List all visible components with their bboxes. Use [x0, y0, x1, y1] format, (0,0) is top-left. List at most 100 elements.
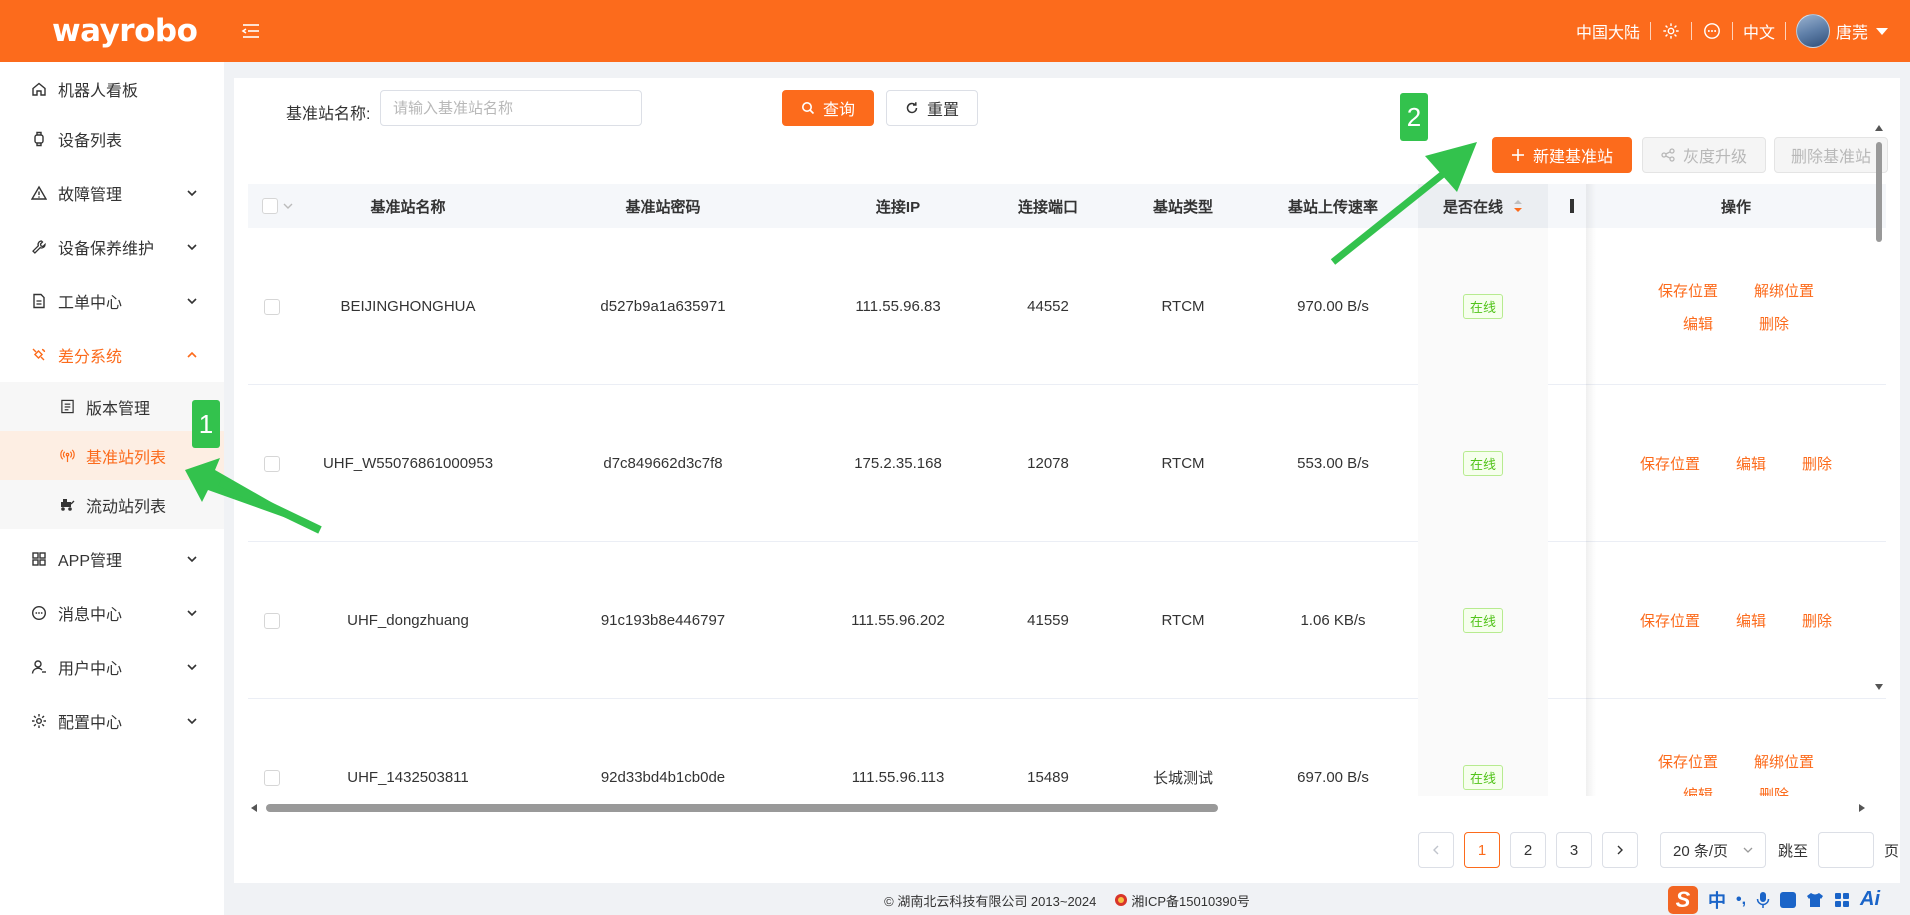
unbind-location-link[interactable]: 解绑位置: [1754, 751, 1814, 772]
truncated-header-glyph: [1570, 199, 1574, 213]
sidebar-item-work-orders[interactable]: 工单中心: [0, 274, 224, 328]
row-checkbox-cell: [248, 228, 296, 385]
ime-ai-button[interactable]: Ai: [1860, 888, 1880, 911]
delete-link[interactable]: 删除: [1759, 784, 1789, 797]
sidebar-subitem-label: 版本管理: [86, 400, 151, 418]
cell-online: 在线: [1418, 385, 1548, 542]
page-2-button[interactable]: 2: [1510, 832, 1546, 868]
save-location-link[interactable]: 保存位置: [1658, 751, 1718, 772]
refresh-icon: [905, 101, 919, 115]
home-icon: [30, 80, 48, 98]
sidebar-item-maintenance[interactable]: 设备保养维护: [0, 220, 224, 274]
cell-ip: 175.2.35.168: [854, 455, 942, 472]
chat-icon: [30, 604, 48, 622]
save-location-link[interactable]: 保存位置: [1640, 453, 1700, 474]
header-divider: [1649, 22, 1651, 40]
vertical-scrollbar[interactable]: [1872, 122, 1886, 694]
delete-base-station-button[interactable]: 删除基准站: [1774, 137, 1888, 173]
actions-line: 编辑 删除: [1683, 313, 1789, 334]
delete-link[interactable]: 删除: [1802, 610, 1832, 631]
settings-gear-icon[interactable]: [1661, 21, 1681, 41]
next-page-button[interactable]: [1602, 832, 1638, 868]
toolbox-grid-icon[interactable]: [1834, 892, 1850, 908]
column-header-truncated: [1548, 184, 1586, 228]
delete-base-station-label: 删除基准站: [1790, 149, 1871, 166]
query-button[interactable]: 查询: [782, 90, 874, 126]
sort-icon[interactable]: [1513, 199, 1523, 213]
ime-logo[interactable]: S: [1668, 885, 1698, 914]
cell-actions: 保存位置 编辑 删除: [1586, 385, 1886, 542]
region-selector[interactable]: 中国大陆: [1576, 19, 1640, 43]
column-header-port: 连接端口: [1017, 198, 1078, 216]
cell-port: 44552: [1027, 298, 1069, 315]
sidebar-subitem-label: 基准站列表: [86, 449, 167, 467]
sidebar-item-message-center[interactable]: 消息中心: [0, 586, 224, 640]
cell-type: RTCM: [1161, 455, 1205, 472]
keyboard-icon[interactable]: [1780, 891, 1797, 908]
cell-name: UHF_W55076861000953: [322, 455, 494, 472]
save-location-link[interactable]: 保存位置: [1658, 280, 1718, 301]
ime-punctuation-icon[interactable]: •,: [1736, 891, 1746, 909]
user-icon: [30, 658, 48, 676]
edit-link[interactable]: 编辑: [1683, 784, 1713, 797]
delete-link[interactable]: 删除: [1802, 453, 1832, 474]
icp-badge[interactable]: 湘ICP备15010390号: [1114, 891, 1250, 910]
new-base-station-button[interactable]: 新建基准站: [1492, 137, 1632, 173]
sidebar-item-device-list[interactable]: 设备列表: [0, 112, 224, 166]
sidebar-subitem-version-management[interactable]: 版本管理: [0, 382, 224, 431]
actions-line: 编辑 删除: [1683, 784, 1789, 797]
page-size-select[interactable]: 20 条/页: [1660, 832, 1766, 868]
sidebar-item-fault-management[interactable]: 故障管理: [0, 166, 224, 220]
cell-actions: 保存位置 解绑位置 编辑 删除: [1586, 228, 1886, 385]
jump-page-input[interactable]: [1818, 832, 1875, 868]
message-icon[interactable]: [1702, 21, 1722, 41]
edit-link[interactable]: 编辑: [1683, 313, 1713, 334]
cell-actions: 保存位置 编辑 删除: [1586, 542, 1886, 699]
wayrobo-logo[interactable]: wayrobo: [52, 13, 198, 49]
station-name-search-input[interactable]: [380, 90, 642, 126]
page-3-button[interactable]: 3: [1556, 832, 1592, 868]
language-selector[interactable]: 中文: [1743, 19, 1775, 43]
microphone-icon[interactable]: [1756, 891, 1770, 909]
sidebar-item-robot-board[interactable]: 机器人看板: [0, 62, 224, 116]
prev-page-button[interactable]: [1418, 832, 1454, 868]
cell-port: 41559: [1027, 612, 1069, 629]
row-checkbox[interactable]: [264, 612, 280, 629]
gray-upgrade-button[interactable]: 灰度升级: [1642, 137, 1766, 173]
main-content: 基准站名称: 查询 重置 新建基准站 灰度升级 删除基准站 基准站名称 基准站密…: [234, 78, 1900, 883]
online-status-badge: 在线: [1462, 608, 1503, 633]
edit-link[interactable]: 编辑: [1736, 453, 1766, 474]
table-row: BEIJINGHONGHUA d527b9a1a635971 111.55.96…: [248, 228, 1886, 385]
ime-mode-toggle[interactable]: 中: [1708, 887, 1726, 913]
chevron-down-icon: [187, 244, 197, 251]
sidebar-item-config-center[interactable]: 配置中心: [0, 694, 224, 748]
cell-ip: 111.55.96.83: [855, 298, 941, 315]
sidebar-item-user-center[interactable]: 用户中心: [0, 640, 224, 694]
delete-link[interactable]: 删除: [1759, 313, 1789, 334]
chevron-down-icon: [187, 610, 197, 617]
actions-line: 保存位置 解绑位置: [1658, 751, 1814, 772]
menu-collapse-icon[interactable]: [240, 20, 262, 42]
header-divider: [1731, 22, 1733, 40]
row-checkbox[interactable]: [264, 769, 280, 786]
page-1-button[interactable]: 1: [1464, 832, 1500, 868]
edit-link[interactable]: 编辑: [1736, 610, 1766, 631]
table-row: UHF_1432503811 92d33bd4b1cb0de 111.55.96…: [248, 699, 1886, 796]
chevron-down-icon[interactable]: [282, 200, 294, 212]
reset-button[interactable]: 重置: [886, 90, 978, 126]
unbind-location-link[interactable]: 解绑位置: [1754, 280, 1814, 301]
horizontal-scrollbar[interactable]: [248, 801, 1868, 815]
jump-to-label: 跳至: [1778, 842, 1809, 860]
save-location-link[interactable]: 保存位置: [1640, 610, 1700, 631]
select-all-checkbox[interactable]: [262, 198, 278, 214]
avatar: [1795, 14, 1830, 48]
chevron-down-icon: [187, 556, 197, 563]
row-checkbox[interactable]: [264, 298, 280, 315]
rover-icon: [58, 496, 76, 514]
cell-port: 12078: [1027, 455, 1069, 472]
sidebar-item-app-management[interactable]: APP管理: [0, 532, 224, 586]
user-menu[interactable]: 唐莞: [1795, 14, 1888, 48]
wrench-icon: [30, 238, 48, 256]
skin-shirt-icon[interactable]: [1806, 892, 1824, 908]
sidebar-item-differential-system[interactable]: 差分系统: [0, 328, 224, 382]
